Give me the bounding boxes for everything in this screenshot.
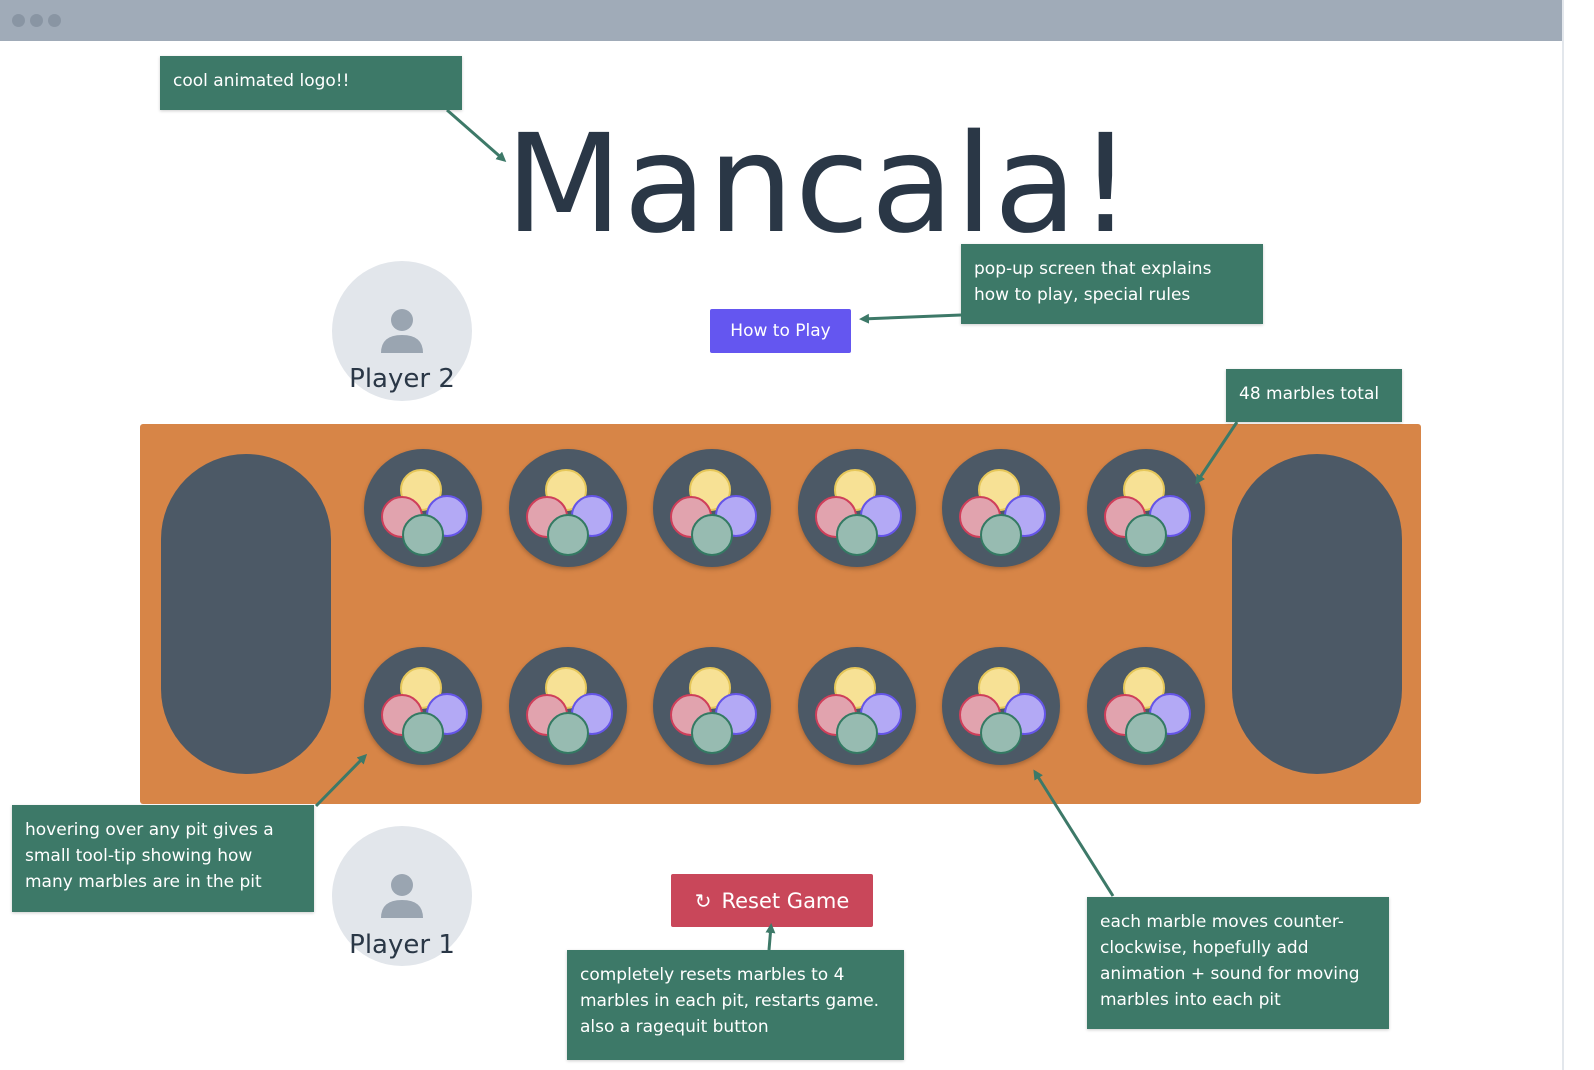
note-how-to-play: pop-up screen that explains how to play,… bbox=[961, 244, 1263, 324]
pit-bottom-4[interactable] bbox=[797, 647, 916, 765]
mancala-board bbox=[140, 424, 1421, 804]
pit-bottom-2[interactable] bbox=[508, 647, 627, 765]
pit-bottom-5[interactable] bbox=[942, 647, 1061, 765]
pit-bottom-1[interactable] bbox=[364, 647, 482, 765]
window-dot-icon bbox=[12, 14, 25, 27]
pit-top-6[interactable] bbox=[1087, 449, 1205, 567]
marble bbox=[546, 514, 589, 556]
marble bbox=[1125, 514, 1167, 556]
marble bbox=[980, 514, 1023, 556]
pit-top-2[interactable] bbox=[508, 449, 627, 567]
marble bbox=[402, 514, 444, 556]
pit-top-5[interactable] bbox=[942, 449, 1061, 567]
pit-top-4[interactable] bbox=[797, 449, 916, 567]
pit-bottom-6[interactable] bbox=[1087, 647, 1205, 765]
player-2-store[interactable] bbox=[161, 454, 331, 774]
window-dot-icon bbox=[30, 14, 43, 27]
user-icon bbox=[381, 874, 423, 918]
pit-top-1[interactable] bbox=[364, 449, 482, 567]
pit-top-3[interactable] bbox=[653, 449, 772, 567]
how-to-play-button[interactable]: How to Play bbox=[710, 309, 851, 353]
marble bbox=[691, 712, 734, 754]
marble bbox=[835, 712, 878, 754]
note-hover-tooltip: hovering over any pit gives a small tool… bbox=[12, 805, 314, 912]
player-1-store[interactable] bbox=[1232, 454, 1402, 774]
window-titlebar bbox=[0, 0, 1563, 41]
mancala-logo: Mancala! bbox=[505, 106, 1134, 264]
note-movement: each marble moves counter-clockwise, hop… bbox=[1087, 897, 1389, 1029]
refresh-icon: ↻ bbox=[694, 888, 712, 913]
window-dot-icon bbox=[48, 14, 61, 27]
reset-game-label: Reset Game bbox=[721, 888, 850, 913]
marble bbox=[1125, 712, 1167, 754]
reset-game-button[interactable]: ↻ Reset Game bbox=[671, 874, 873, 927]
marble bbox=[691, 514, 734, 556]
marble bbox=[546, 712, 589, 754]
arrow-logo bbox=[446, 108, 507, 162]
note-logo: cool animated logo!! bbox=[160, 56, 462, 110]
window-frame-edge bbox=[1562, 0, 1564, 1070]
marble bbox=[402, 712, 444, 754]
pit-bottom-3[interactable] bbox=[653, 647, 772, 765]
note-reset: completely resets marbles to 4 marbles i… bbox=[567, 950, 904, 1060]
player-2-label: Player 2 bbox=[349, 364, 455, 394]
arrow-reset bbox=[765, 923, 776, 951]
marble bbox=[835, 514, 878, 556]
marble bbox=[980, 712, 1023, 754]
arrow-how-to-play bbox=[859, 313, 962, 324]
note-marbles-total: 48 marbles total bbox=[1226, 369, 1402, 422]
user-icon bbox=[381, 309, 423, 353]
player-1-label: Player 1 bbox=[349, 930, 455, 960]
